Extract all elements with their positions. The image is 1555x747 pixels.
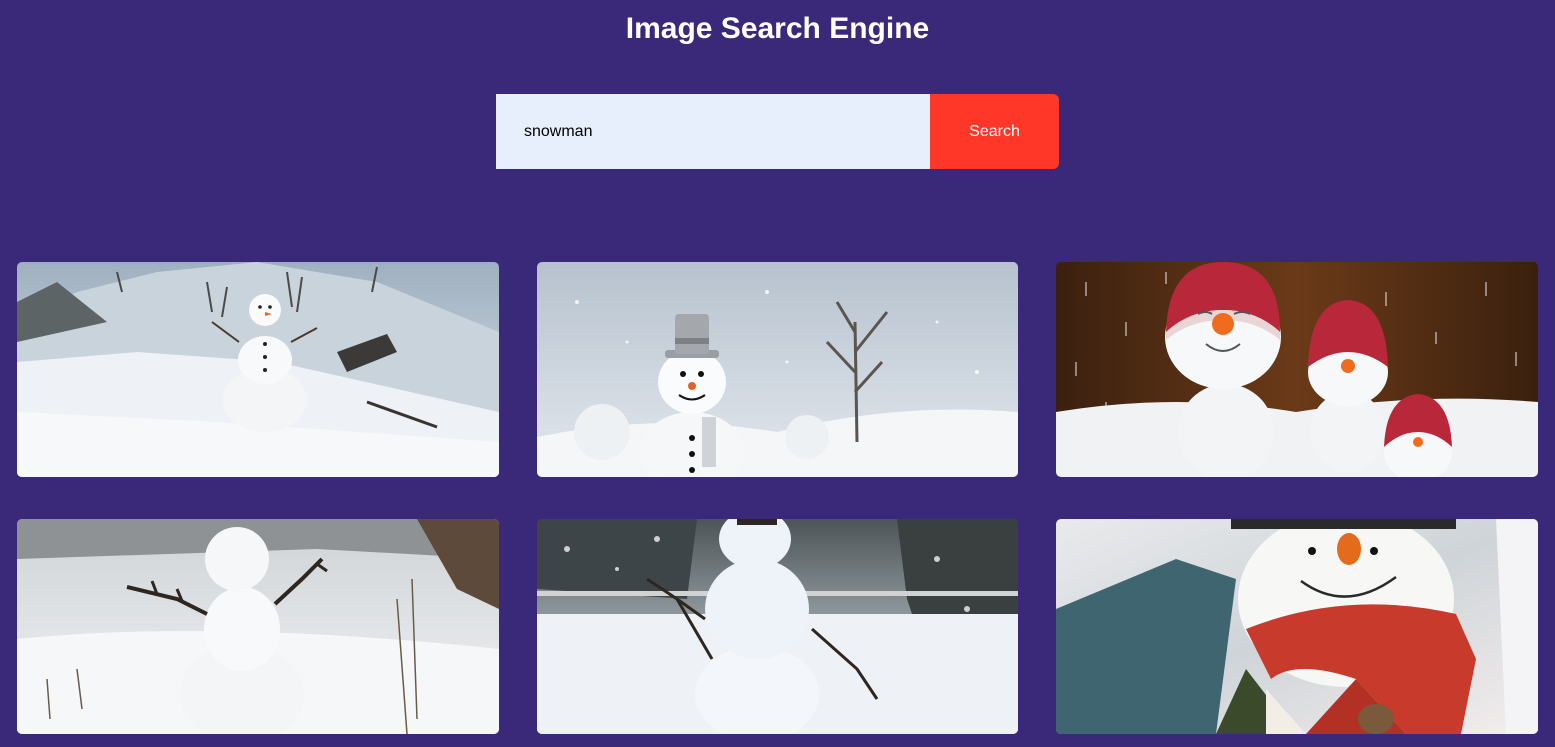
page-title: Image Search Engine	[625, 12, 930, 45]
result-image-2-picture	[537, 262, 1018, 477]
result-image-5-picture	[537, 519, 1018, 734]
result-image-1[interactable]	[17, 262, 499, 477]
search-button[interactable]: Search	[930, 94, 1059, 169]
result-image-2[interactable]	[537, 262, 1018, 477]
result-image-4-picture	[17, 519, 499, 734]
result-image-4[interactable]	[17, 519, 499, 734]
result-image-1-picture	[17, 262, 499, 477]
results-grid	[17, 262, 1538, 734]
result-image-3[interactable]	[1056, 262, 1538, 477]
result-image-3-picture	[1056, 262, 1538, 477]
search-form: Search	[496, 94, 1059, 169]
result-image-6-picture	[1056, 519, 1538, 734]
search-input[interactable]	[496, 94, 930, 169]
result-image-6[interactable]	[1056, 519, 1538, 734]
result-image-5[interactable]	[537, 519, 1018, 734]
